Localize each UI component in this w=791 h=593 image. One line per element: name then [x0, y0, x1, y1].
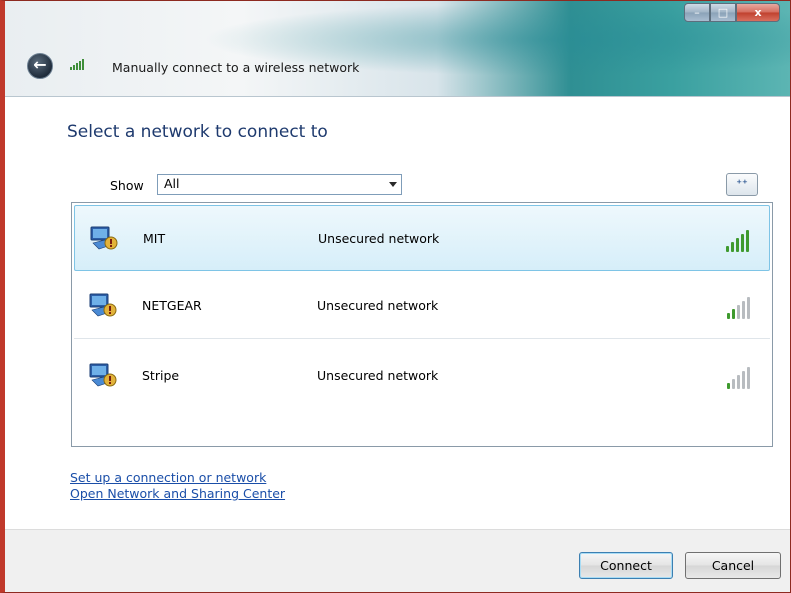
signal-bar: [731, 242, 734, 252]
connect-button[interactable]: Connect: [579, 552, 673, 579]
show-filter-dropdown[interactable]: All: [157, 174, 402, 195]
dialog-content: Select a network to connect to Show All …: [5, 98, 790, 530]
network-row[interactable]: MIT Unsecured network: [74, 205, 770, 271]
setup-connection-link[interactable]: Set up a connection or network: [70, 470, 285, 486]
network-list: MIT Unsecured network NETGEAR Unsecured net…: [71, 202, 773, 447]
back-arrow-icon[interactable]: ←: [27, 53, 53, 79]
signal-bar: [746, 230, 749, 252]
network-security-status: Unsecured network: [317, 298, 439, 313]
minimize-button[interactable]: –: [684, 3, 710, 22]
window-controls: – □ x: [684, 3, 780, 23]
network-name: MIT: [143, 231, 166, 246]
dialog-window: – □ x ← Manually connect to a wireless n…: [0, 0, 791, 593]
links-area: Set up a connection or network Open Netw…: [70, 470, 285, 502]
signal-bar: [726, 246, 729, 252]
signal-strength-icon: [70, 59, 84, 70]
maximize-button[interactable]: □: [710, 3, 736, 22]
refresh-icon: ⁺⁺: [736, 177, 748, 190]
signal-bar: [742, 301, 745, 319]
show-label: Show: [110, 178, 144, 193]
network-name: NETGEAR: [142, 298, 202, 313]
signal-bar: [727, 383, 730, 389]
network-security-status: Unsecured network: [318, 231, 440, 246]
wireless-network-icon: [88, 290, 118, 320]
signal-bar: [741, 234, 744, 252]
wireless-network-icon: [89, 223, 119, 253]
signal-bar: [747, 297, 750, 319]
network-row[interactable]: NETGEAR Unsecured network: [74, 273, 770, 339]
chevron-down-icon: [389, 182, 397, 187]
refresh-button[interactable]: ⁺⁺: [726, 173, 758, 196]
signal-bar: [747, 367, 750, 389]
signal-strength-icon: [727, 361, 750, 389]
network-name: Stripe: [142, 368, 180, 383]
network-security-status: Unsecured network: [317, 368, 439, 383]
signal-strength-icon: [727, 291, 750, 319]
wireless-network-icon: [88, 360, 118, 390]
signal-bar: [732, 309, 735, 319]
page-title: Select a network to connect to: [67, 122, 328, 142]
signal-bar: [737, 375, 740, 389]
cancel-button[interactable]: Cancel: [685, 552, 781, 579]
signal-bar: [732, 379, 735, 389]
network-row[interactable]: Stripe Unsecured network: [74, 343, 770, 409]
window-title: Manually connect to a wireless network: [112, 60, 360, 75]
dialog-footer: Connect Cancel: [5, 529, 790, 592]
network-sharing-center-link[interactable]: Open Network and Sharing Center: [70, 486, 285, 502]
signal-bar: [736, 238, 739, 252]
signal-bar: [737, 305, 740, 319]
close-button[interactable]: x: [736, 3, 780, 22]
signal-strength-icon: [726, 224, 749, 252]
title-bar: – □ x ← Manually connect to a wireless n…: [5, 1, 790, 97]
signal-bar: [727, 313, 730, 319]
signal-bar: [742, 371, 745, 389]
show-filter-value: All: [164, 176, 180, 191]
